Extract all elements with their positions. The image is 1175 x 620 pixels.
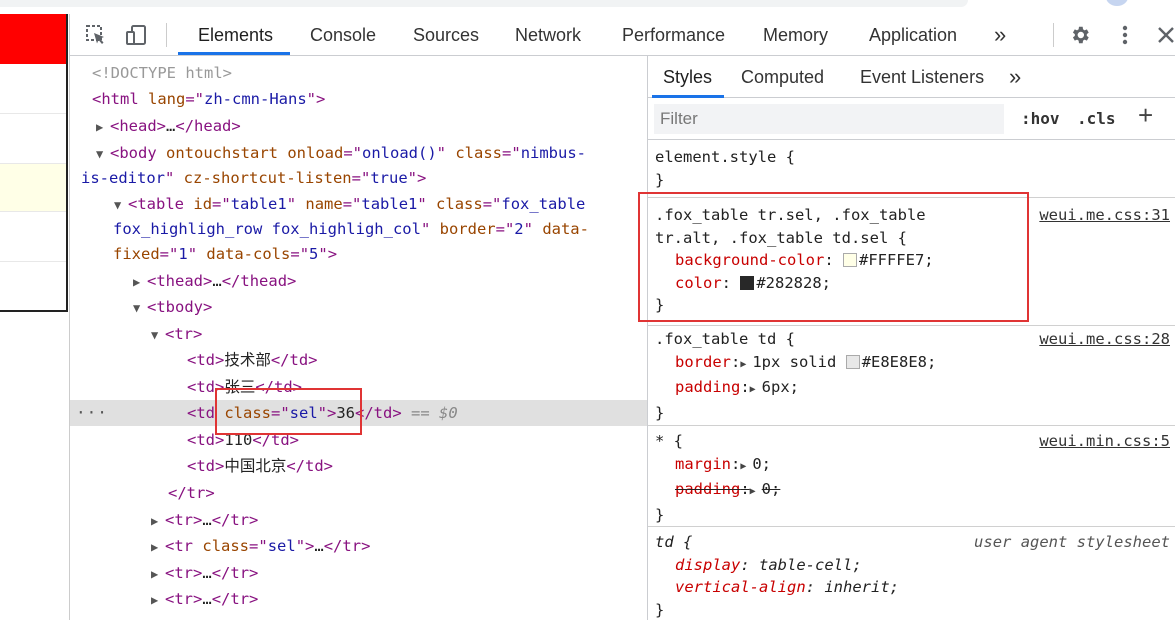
color-swatch-icon[interactable] — [740, 275, 755, 290]
source-link[interactable]: weui.me.css:31 — [1039, 204, 1170, 227]
new-style-rule-plus-icon[interactable]: + — [1138, 100, 1153, 131]
rule-universal: weui.min.css:5 * { margin:▶ 0; padding:▶ 0… — [648, 426, 1175, 527]
dom-node-table-wrap: fox_highligh_row fox_highligh_col" borde… — [113, 220, 589, 238]
dom-node-table-wrap: fixed="1" data-cols="5"> — [113, 245, 338, 263]
tab-network[interactable]: Network — [513, 14, 583, 56]
rule-fox-table-td: weui.me.css:28 .fox_table td { border:▶ 1… — [648, 326, 1175, 426]
expand-shorthand-icon[interactable]: ▶ — [740, 456, 752, 479]
dom-node-body[interactable]: ▼ <body ontouchstart onload="onload()" cl… — [70, 140, 647, 166]
collapse-triangle-icon[interactable]: ▼ — [114, 192, 128, 218]
dom-node-tbody[interactable]: ▼ <tbody> — [70, 294, 647, 320]
inspect-element-icon[interactable] — [84, 23, 108, 47]
toolbar-separator — [166, 23, 167, 47]
declaration-display: display: table-cell; — [675, 555, 862, 574]
expand-triangle-icon[interactable]: ▶ — [151, 561, 165, 587]
dom-node-td-selected[interactable]: ··· <td class="sel">36</td> == $0 — [70, 400, 647, 426]
dom-node-tr[interactable]: ▶ <tr>…</tr> — [70, 560, 647, 586]
address-bar-edge — [0, 0, 968, 7]
dom-node-td[interactable]: <td>中国北京</td> — [70, 453, 647, 479]
tab-elements[interactable]: Elements — [196, 14, 275, 56]
rule-user-agent-td: user agent stylesheet td { display: tabl… — [648, 527, 1175, 620]
declaration-color[interactable]: color: #282828; — [655, 272, 1175, 295]
more-tabs-chevron-icon[interactable]: » — [1009, 56, 1021, 98]
node-actions-ellipsis-icon[interactable]: ··· — [76, 400, 108, 426]
collapse-triangle-icon[interactable]: ▼ — [151, 322, 165, 348]
close-devtools-icon[interactable] — [1154, 23, 1175, 47]
preview-row — [0, 64, 66, 114]
toolbar-separator — [1053, 23, 1054, 47]
dom-node-tr[interactable]: ▶ <tr>…</tr> — [70, 507, 647, 533]
tab-memory[interactable]: Memory — [761, 14, 830, 56]
rule-element-style: element.style { } — [648, 142, 1175, 198]
source-link[interactable]: weui.min.css:5 — [1039, 430, 1170, 453]
tab-performance[interactable]: Performance — [620, 14, 727, 56]
tab-styles[interactable]: Styles — [663, 56, 712, 98]
elements-dom-tree: <!DOCTYPE html> <html lang="zh-cmn-Hans"… — [70, 56, 647, 620]
styles-tab-bar: Styles Computed Event Listeners » — [648, 56, 1175, 98]
dom-node-tr[interactable]: ▶ <tr>…</tr> — [70, 586, 647, 612]
more-options-kebab-icon[interactable] — [1113, 23, 1137, 47]
dom-node-tr-close[interactable]: </tr> — [70, 480, 647, 506]
more-tabs-chevron-icon[interactable]: » — [992, 14, 1008, 56]
preview-header-row — [0, 14, 66, 64]
expand-triangle-icon[interactable]: ▶ — [133, 269, 147, 295]
user-agent-label: user agent stylesheet — [974, 533, 1170, 551]
rule-fox-table-sel: weui.me.css:31 .fox_table tr.sel, .fox_t… — [648, 198, 1175, 326]
devtools-toolbar: Elements Console Sources Network Perform… — [70, 14, 1175, 56]
expand-shorthand-icon[interactable]: ▶ — [750, 481, 762, 504]
collapse-triangle-icon[interactable]: ▼ — [96, 141, 110, 167]
tab-computed[interactable]: Computed — [741, 56, 824, 98]
preview-row-selected — [0, 164, 66, 212]
profile-avatar-edge — [1106, 0, 1128, 6]
tab-event-listeners[interactable]: Event Listeners — [860, 56, 984, 98]
hov-toggle-button[interactable]: :hov — [1021, 104, 1060, 134]
tab-sources[interactable]: Sources — [411, 14, 481, 56]
dom-node-td[interactable]: <td>技术部</td> — [70, 347, 647, 373]
dom-node-td[interactable]: <td>张三</td> — [70, 374, 647, 400]
expand-triangle-icon[interactable]: ▶ — [151, 587, 165, 613]
expand-triangle-icon[interactable]: ▶ — [96, 114, 110, 140]
preview-row — [0, 212, 66, 262]
declaration-padding[interactable]: padding:▶ 6px; — [655, 376, 1175, 402]
dom-node-body-wrap: is-editor" cz-shortcut-listen="true"> — [81, 169, 427, 187]
dom-node-html[interactable]: <html lang="zh-cmn-Hans"> — [70, 86, 647, 112]
declaration-background-color[interactable]: background-color: #FFFFE7; — [655, 249, 1175, 272]
expand-shorthand-icon[interactable]: ▶ — [750, 379, 762, 402]
page-preview — [0, 14, 68, 312]
declaration-border[interactable]: border:▶ 1px solid #E8E8E8; — [655, 351, 1175, 377]
active-tab-indicator — [178, 52, 290, 55]
declaration-padding-overridden[interactable]: padding:▶ 0; — [655, 478, 1175, 504]
styles-filter-input[interactable] — [654, 104, 1004, 134]
color-swatch-icon[interactable] — [845, 354, 860, 369]
styles-filter-bar: :hov .cls + — [648, 98, 1175, 140]
preview-row — [0, 262, 66, 310]
dom-node-doctype[interactable]: <!DOCTYPE html> — [70, 60, 647, 86]
color-swatch-icon[interactable] — [842, 253, 857, 267]
declaration-margin[interactable]: margin:▶ 0; — [655, 453, 1175, 479]
dom-node-thead[interactable]: ▶ <thead>…</thead> — [70, 268, 647, 294]
dom-node-head[interactable]: ▶ <head>…</head> — [70, 113, 647, 139]
cls-toggle-button[interactable]: .cls — [1077, 104, 1116, 134]
styles-sidebar: Styles Computed Event Listeners » :hov .… — [648, 56, 1175, 620]
device-toolbar-icon[interactable] — [124, 23, 148, 47]
expand-triangle-icon[interactable]: ▶ — [151, 508, 165, 534]
tab-application[interactable]: Application — [867, 14, 959, 56]
dom-node-tr-sel[interactable]: ▶ <tr class="sel">…</tr> — [70, 533, 647, 559]
devtools-panel: Elements Console Sources Network Perform… — [69, 14, 1175, 620]
source-link[interactable]: weui.me.css:28 — [1039, 328, 1170, 351]
settings-gear-icon[interactable] — [1068, 23, 1092, 47]
expand-shorthand-icon[interactable]: ▶ — [740, 354, 752, 377]
dom-node-tr[interactable]: ▼ <tr> — [70, 321, 647, 347]
expand-triangle-icon[interactable]: ▶ — [151, 534, 165, 560]
tab-console[interactable]: Console — [308, 14, 378, 56]
dom-node-td[interactable]: <td>110</td> — [70, 427, 647, 453]
preview-row — [0, 114, 66, 164]
collapse-triangle-icon[interactable]: ▼ — [133, 295, 147, 321]
dom-node-table[interactable]: ▼ <table id="table1" name="table1" class=… — [70, 191, 647, 217]
declaration-vertical-align: vertical-align: inherit; — [675, 578, 899, 596]
